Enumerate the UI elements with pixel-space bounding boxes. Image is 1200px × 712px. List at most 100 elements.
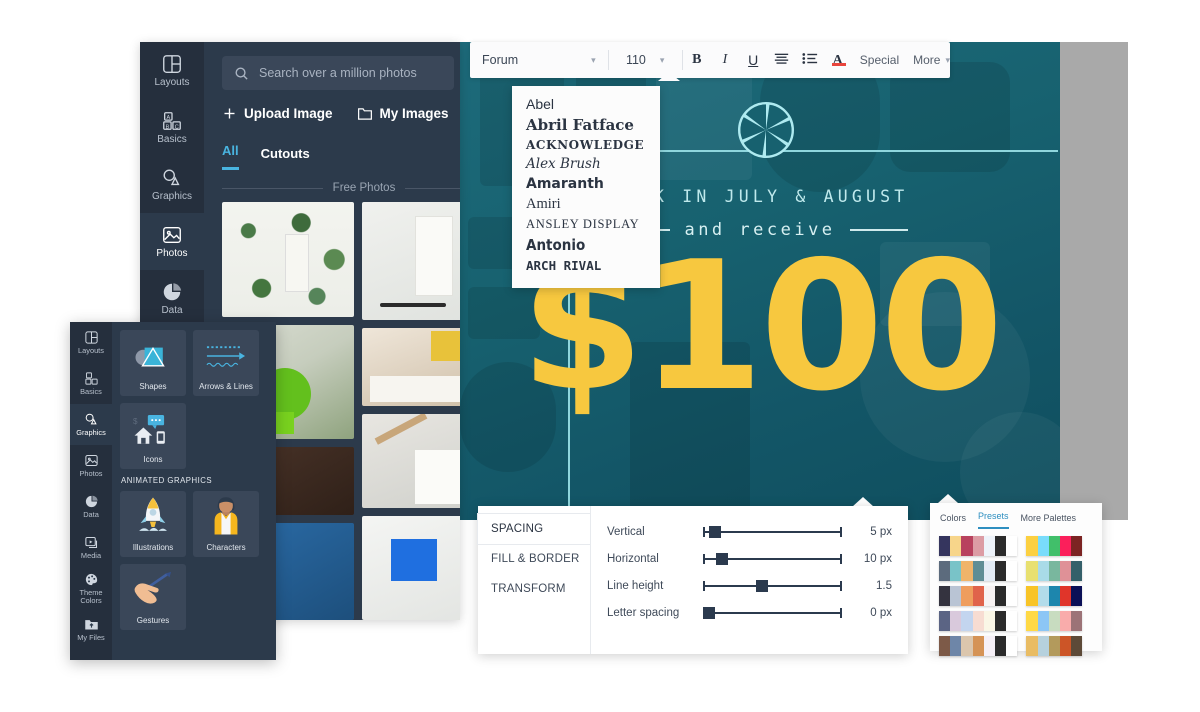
- line-height-slider[interactable]: [703, 579, 842, 593]
- sidebar-item-graphics[interactable]: Graphics: [70, 404, 112, 445]
- color-swatch[interactable]: [1048, 536, 1060, 556]
- color-swatch[interactable]: [1006, 611, 1018, 631]
- color-swatch[interactable]: [961, 536, 973, 556]
- sidebar-item-basics[interactable]: A B C Basics: [140, 99, 204, 156]
- tile-icons[interactable]: $ Icons: [120, 403, 186, 469]
- tab-cutouts[interactable]: Cutouts: [261, 146, 310, 170]
- color-swatch[interactable]: [994, 536, 1007, 556]
- color-swatch[interactable]: [1006, 536, 1018, 556]
- color-swatch[interactable]: [1059, 636, 1072, 656]
- text-format-toolbar[interactable]: Forum ▾ 110 ▾ B I U A Special More ▾: [470, 42, 950, 78]
- color-swatch[interactable]: [950, 561, 962, 581]
- color-swatch[interactable]: [1026, 586, 1038, 606]
- color-swatch[interactable]: [1026, 536, 1038, 556]
- sidebar-item-graphics[interactable]: Graphics: [140, 156, 204, 213]
- color-swatch[interactable]: [983, 636, 995, 656]
- tab-colors[interactable]: Colors: [940, 513, 966, 529]
- photo-thumbnail[interactable]: [362, 328, 460, 406]
- tab-transform[interactable]: TRANSFORM: [478, 574, 590, 604]
- tab-presets[interactable]: Presets: [978, 511, 1009, 529]
- font-option[interactable]: Amiri: [512, 194, 660, 215]
- tab-more-palettes[interactable]: More Palettes: [1021, 513, 1077, 529]
- palette-group-left[interactable]: [939, 611, 1018, 631]
- color-swatch[interactable]: [994, 561, 1007, 581]
- color-swatch[interactable]: [939, 586, 951, 606]
- color-swatch[interactable]: [950, 586, 962, 606]
- palette-group-right[interactable]: [1026, 561, 1083, 581]
- palette-group-right[interactable]: [1026, 536, 1083, 556]
- bullet-list-button[interactable]: [795, 52, 823, 68]
- font-option[interactable]: ANSLEY DISPLAY: [512, 215, 660, 234]
- palette-group-right[interactable]: [1026, 586, 1083, 606]
- letter-spacing-slider[interactable]: [703, 606, 842, 620]
- color-swatch[interactable]: [983, 611, 995, 631]
- font-option[interactable]: ARCH RIVAL: [512, 256, 660, 275]
- color-swatch[interactable]: [1037, 586, 1049, 606]
- color-swatch[interactable]: [972, 636, 984, 656]
- sidebar-item-photos[interactable]: Photos: [70, 445, 112, 486]
- color-swatch[interactable]: [983, 561, 995, 581]
- text-color-button[interactable]: A: [824, 51, 852, 69]
- font-option[interactable]: ACKNOWLEDGE: [512, 136, 660, 154]
- tile-characters[interactable]: Characters: [193, 491, 259, 557]
- color-swatch[interactable]: [1037, 611, 1049, 631]
- color-swatch[interactable]: [961, 636, 973, 656]
- font-family-select[interactable]: Forum ▾: [470, 53, 608, 67]
- sidebar-item-data[interactable]: Data: [140, 270, 204, 327]
- color-swatch[interactable]: [1048, 586, 1060, 606]
- sidebar-item-theme-colors[interactable]: Theme Colors: [70, 568, 112, 609]
- sidebar-item-media[interactable]: Media: [70, 527, 112, 568]
- color-swatch[interactable]: [1059, 611, 1072, 631]
- slider-knob[interactable]: [703, 606, 715, 619]
- color-swatch[interactable]: [1037, 561, 1049, 581]
- color-swatch[interactable]: [950, 611, 962, 631]
- palette-group-left[interactable]: [939, 586, 1018, 606]
- color-swatch[interactable]: [1006, 636, 1018, 656]
- color-swatch[interactable]: [1071, 586, 1083, 606]
- photo-thumbnail[interactable]: [222, 202, 354, 317]
- color-swatch[interactable]: [1048, 611, 1060, 631]
- color-swatch[interactable]: [994, 586, 1007, 606]
- color-swatch[interactable]: [1037, 636, 1049, 656]
- color-swatch[interactable]: [994, 636, 1007, 656]
- color-swatch[interactable]: [939, 636, 951, 656]
- color-swatch[interactable]: [961, 611, 973, 631]
- more-button[interactable]: More ▾: [913, 53, 950, 67]
- slider-knob[interactable]: [755, 579, 768, 592]
- sidebar-item-my-files[interactable]: My Files: [70, 609, 112, 650]
- color-swatch[interactable]: [939, 561, 951, 581]
- photo-thumbnail[interactable]: [362, 202, 460, 320]
- align-left-button[interactable]: [767, 52, 795, 68]
- color-swatch[interactable]: [994, 611, 1007, 631]
- font-option[interactable]: Abril Fatface: [512, 114, 660, 136]
- tile-arrows-lines[interactable]: Arrows & Lines: [193, 330, 259, 396]
- color-swatch[interactable]: [972, 586, 984, 606]
- color-swatch[interactable]: [1071, 561, 1083, 581]
- tab-all[interactable]: All: [222, 143, 239, 170]
- font-option[interactable]: Alex Brush: [512, 154, 660, 174]
- photo-thumbnail[interactable]: [362, 414, 460, 508]
- color-swatch[interactable]: [1071, 636, 1083, 656]
- color-swatch[interactable]: [972, 561, 984, 581]
- graphics-panel[interactable]: Layouts Basics Graphics Photos Data Medi…: [70, 322, 276, 660]
- tile-gestures[interactable]: Gestures: [120, 564, 186, 630]
- tab-fill-border[interactable]: FILL & BORDER: [478, 544, 590, 574]
- vertical-slider[interactable]: [703, 525, 842, 539]
- color-swatch[interactable]: [950, 636, 962, 656]
- slider-knob[interactable]: [715, 552, 728, 565]
- font-option[interactable]: Antonio: [512, 234, 660, 256]
- italic-button[interactable]: I: [711, 52, 739, 68]
- color-swatch[interactable]: [1059, 586, 1072, 606]
- font-family-dropdown[interactable]: Abel Abril Fatface ACKNOWLEDGE Alex Brus…: [512, 86, 660, 288]
- tile-shapes[interactable]: Shapes: [120, 330, 186, 396]
- color-swatch[interactable]: [950, 536, 962, 556]
- font-option[interactable]: Abel: [512, 94, 660, 114]
- slider-knob[interactable]: [708, 525, 721, 538]
- special-button[interactable]: Special: [860, 53, 899, 67]
- palette-group-left[interactable]: [939, 561, 1018, 581]
- font-option[interactable]: Amaranth: [512, 174, 660, 194]
- graphics-panel-rail[interactable]: Layouts Basics Graphics Photos Data Medi…: [70, 322, 112, 660]
- photo-thumbnail[interactable]: [362, 516, 460, 620]
- color-swatch[interactable]: [1071, 611, 1083, 631]
- upload-image-button[interactable]: Upload Image: [222, 106, 333, 121]
